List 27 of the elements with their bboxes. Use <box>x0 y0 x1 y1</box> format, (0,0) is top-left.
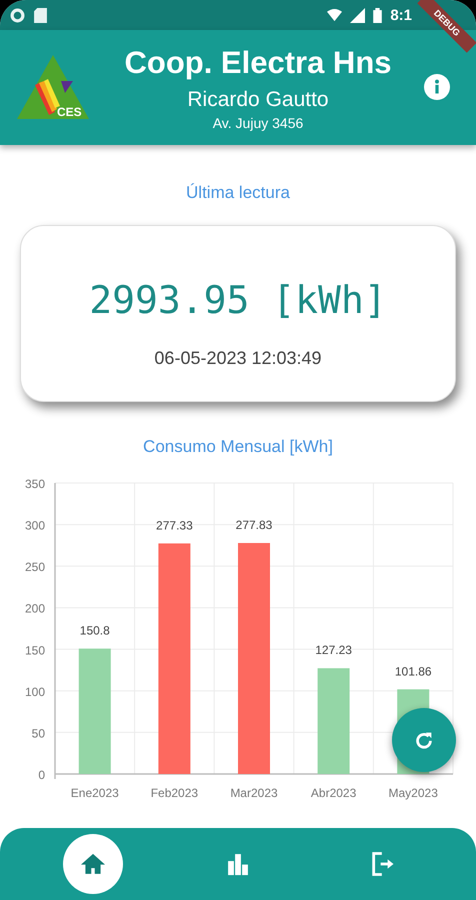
axis-tick-label: 150 <box>24 643 45 658</box>
axis-category-label: Abr2023 <box>310 786 356 800</box>
axis-tick-label: 100 <box>24 684 45 699</box>
axis-category-label: Mar2023 <box>230 786 278 800</box>
axis-tick-label: 200 <box>24 602 45 616</box>
axis-category-label: Feb2023 <box>150 786 198 800</box>
section-heading: Última lectura <box>185 182 291 204</box>
user-name: Ricardo Gautto <box>187 86 329 112</box>
app-title: Coop. Electra Hns <box>124 44 392 82</box>
data-label: 277.33 <box>156 518 193 532</box>
section-heading: Consumo Mensual [kWh] <box>142 436 334 458</box>
data-label: 101.86 <box>394 664 432 678</box>
axis-category-label: Ene2023 <box>70 786 119 800</box>
axis-tick-label: 50 <box>32 726 45 740</box>
address-text: Av. Jujuy 3456 <box>212 114 304 132</box>
data-label: 277.83 <box>236 518 272 532</box>
clock-time: 8:1 <box>390 6 412 24</box>
axis-tick-label: 0 <box>38 768 45 782</box>
meter-reading: 2993.95 [kWh] <box>89 278 387 322</box>
data-label: 127.23 <box>315 643 352 658</box>
data-label: 150.8 <box>80 624 110 638</box>
axis-category-label: May2023 <box>388 786 438 800</box>
reading-timestamp: 06-05-2023 12:03:49 <box>154 348 322 369</box>
axis-tick-label: 350 <box>24 477 45 491</box>
logo-text: CES <box>57 105 82 119</box>
axis-tick-label: 300 <box>24 518 45 533</box>
axis-tick-label: 250 <box>24 560 45 574</box>
